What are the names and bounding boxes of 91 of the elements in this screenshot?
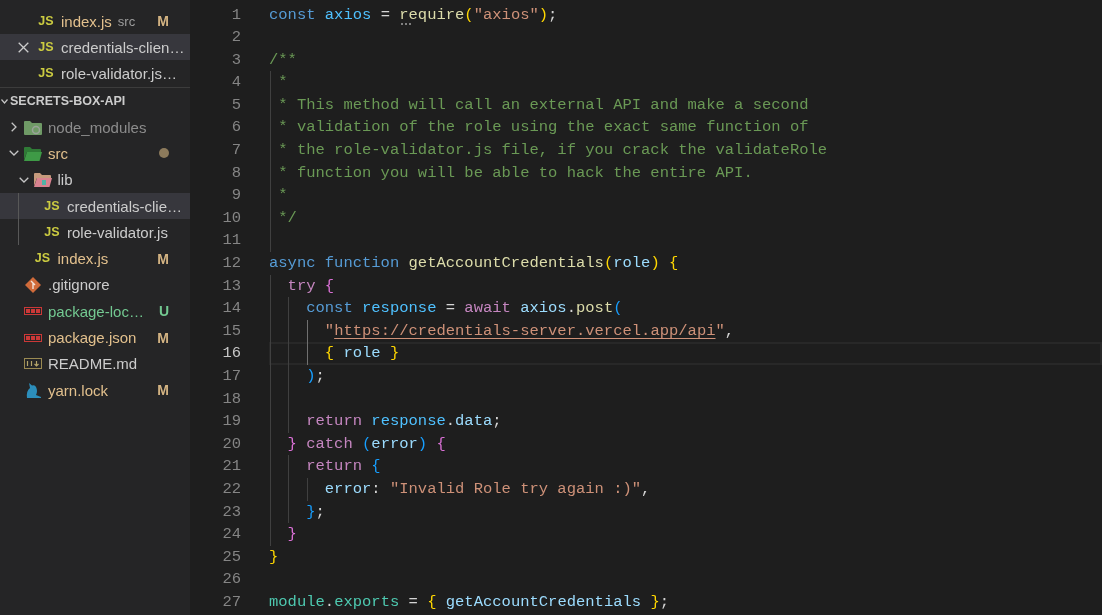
line-number: 15 <box>221 320 241 342</box>
open-editor-item[interactable]: JS credentials-clien… <box>0 34 190 60</box>
folder-item[interactable]: src <box>0 140 190 167</box>
line-number: 18 <box>221 388 241 410</box>
line-number: 19 <box>221 411 241 433</box>
code-text: return { <box>305 457 381 476</box>
code-text: ); <box>305 367 325 385</box>
hint-dots-icon[interactable] <box>401 23 412 26</box>
open-folder-icon <box>33 172 52 188</box>
package-file-icon <box>24 307 42 316</box>
chevron-down-icon[interactable] <box>1 98 8 104</box>
code-text: try { <box>286 276 335 295</box>
folder-item[interactable]: lib <box>0 166 190 193</box>
line-number: 7 <box>230 140 241 162</box>
git-status-label: M <box>157 13 169 29</box>
line-number: 21 <box>221 456 241 478</box>
js-file-icon: JS <box>38 66 54 80</box>
file-item[interactable]: JS role-validator.js <box>0 219 190 246</box>
js-file-icon: JS <box>44 226 60 239</box>
code-text: * function you will be able to hack the entire API. <box>277 163 753 182</box>
open-editor-item[interactable]: JS role-validator.js… <box>0 60 190 86</box>
line-number: 20 <box>221 433 241 455</box>
line-number: 16 <box>221 343 241 365</box>
code-text: */ <box>277 208 297 227</box>
file-item[interactable]: README.md <box>0 350 190 377</box>
code-text: async function getAccountCredentials(role) { <box>269 254 679 273</box>
git-status-label: M <box>157 382 169 399</box>
code-text: module.exports = { getAccountCredentials }; <box>269 592 670 611</box>
line-number: 9 <box>230 185 241 207</box>
file-item[interactable]: package.json M <box>0 324 190 351</box>
open-editor-item[interactable]: JS index.js src M <box>0 8 190 34</box>
code-text: * <box>277 73 288 92</box>
code-text: error: "Invalid Role try again :)", <box>323 479 651 498</box>
code-text: * validation of the role using the exact same function of <box>277 118 809 137</box>
line-number: 17 <box>221 366 241 387</box>
file-item[interactable]: package-loc… U <box>0 298 190 325</box>
code-text: } <box>269 547 279 566</box>
file-item[interactable]: yarn.lock M <box>0 376 190 404</box>
line-number: 26 <box>221 569 241 591</box>
markdown-file-icon <box>24 358 42 370</box>
chevron-right-icon[interactable] <box>11 122 17 133</box>
folder-item[interactable]: node_modules <box>0 114 190 141</box>
code-text: * the role-validator.js file, if you crack the validateRole <box>277 141 828 160</box>
js-file-icon: JS <box>38 14 54 28</box>
file-description: src <box>117 13 136 29</box>
code-text: }; <box>305 502 325 521</box>
line-number: 24 <box>221 524 241 546</box>
line-number: 13 <box>221 275 241 297</box>
line-number: 22 <box>221 478 241 500</box>
section-header[interactable]: SECRETS-BOX-API <box>0 88 190 114</box>
line-number: 14 <box>221 298 241 320</box>
code-text: { role } <box>323 344 400 363</box>
git-status-label: M <box>157 250 169 267</box>
file-item[interactable]: JS credentials-clie… <box>0 192 190 220</box>
open-folder-icon <box>24 145 42 161</box>
diamond-branch-icon <box>25 276 41 293</box>
code-text: "https://credentials-server.vercel.app/api", <box>323 321 735 340</box>
line-number: 10 <box>221 207 241 229</box>
line-number: 27 <box>221 591 241 613</box>
line-number: 11 <box>221 230 241 252</box>
folder-icon <box>24 119 42 135</box>
chevron-down-icon[interactable] <box>18 176 29 183</box>
code-text: } catch (error) { <box>286 434 446 453</box>
line-number: 23 <box>221 501 241 523</box>
js-file-icon: JS <box>34 252 51 265</box>
close-icon[interactable] <box>18 41 29 53</box>
file-item[interactable]: .gitignore <box>0 271 190 299</box>
line-number: 5 <box>230 94 241 116</box>
line-number: 1 <box>230 4 241 26</box>
line-number: 25 <box>221 546 241 568</box>
cat-icon <box>25 382 41 399</box>
package-file-icon <box>24 333 42 342</box>
code-text: * This method will call an external API and make a second <box>277 95 809 114</box>
code-text: const response = await axios.post( <box>305 299 623 318</box>
line-number: 4 <box>230 72 241 94</box>
line-number: 12 <box>221 253 241 275</box>
line-number: 6 <box>230 117 241 139</box>
code-text: return response.data; <box>305 412 502 431</box>
code-text: } <box>286 525 297 544</box>
js-file-icon: JS <box>44 199 60 213</box>
line-number: 2 <box>230 27 241 49</box>
line-number: 3 <box>230 49 241 71</box>
file-item[interactable]: JS index.js M <box>0 245 190 272</box>
chevron-down-icon[interactable] <box>9 150 19 157</box>
git-status-label: M <box>157 329 169 346</box>
code-text: const axios = require("axios"); <box>269 5 558 24</box>
git-status-label: U <box>158 303 169 320</box>
js-file-icon: JS <box>38 40 54 54</box>
code-text: /** <box>269 50 297 69</box>
code-text: * <box>277 186 288 205</box>
line-number: 8 <box>230 162 241 184</box>
